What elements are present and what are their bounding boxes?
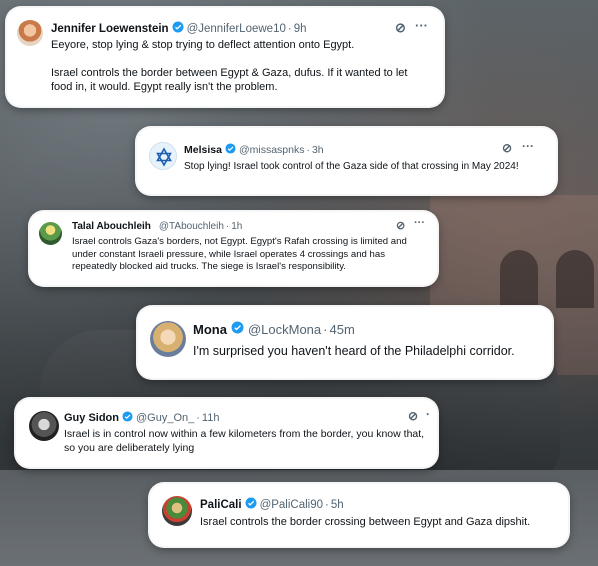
author-name[interactable]: Melsisa bbox=[184, 144, 222, 156]
author-name[interactable]: Guy Sidon bbox=[64, 412, 119, 424]
timestamp[interactable]: 11h bbox=[202, 412, 220, 424]
verified-badge-icon bbox=[122, 411, 133, 425]
author-handle[interactable]: @Guy_On_ bbox=[136, 412, 194, 424]
verified-badge-icon bbox=[231, 321, 244, 337]
timestamp[interactable]: 45m bbox=[329, 322, 354, 337]
verified-badge-icon bbox=[225, 143, 236, 157]
tweet-header: Melsisa @missaspnks · 3h bbox=[184, 143, 324, 157]
separator-dot: · bbox=[225, 221, 230, 232]
tweet-text: Stop lying! Israel took control of the G… bbox=[184, 161, 519, 172]
avatar[interactable] bbox=[29, 411, 59, 441]
author-name[interactable]: Jennifer Loewenstein bbox=[51, 23, 169, 35]
separator-dot: · bbox=[196, 412, 200, 424]
author-name[interactable]: Mona bbox=[193, 322, 227, 337]
more-icon[interactable]: · bbox=[426, 407, 430, 421]
verified-badge-icon bbox=[245, 497, 257, 512]
avatar[interactable] bbox=[39, 222, 62, 245]
tweet-header: Jennifer Loewenstein @JenniferLoewe10 · … bbox=[51, 21, 307, 36]
tweet-card-guy[interactable]: Guy Sidon @Guy_On_ · 11h ⊘ · Israel is i… bbox=[16, 399, 437, 467]
author-name[interactable]: Talal Abouchleih bbox=[72, 221, 151, 232]
tweet-card-melsisa[interactable]: Melsisa @missaspnks · 3h ⊘ ··· Stop lyin… bbox=[137, 128, 556, 194]
separator-dot: · bbox=[287, 22, 292, 35]
grok-icon[interactable]: ⊘ bbox=[408, 409, 418, 423]
avatar[interactable] bbox=[149, 142, 177, 170]
avatar[interactable] bbox=[150, 321, 186, 357]
timestamp[interactable]: 9h bbox=[294, 23, 307, 35]
timestamp[interactable]: 1h bbox=[231, 221, 242, 232]
tweet-text: Israel is in control now within a few ki… bbox=[64, 428, 425, 454]
tweet-header: Talal Abouchleih @TAbouchleih · 1h bbox=[72, 221, 242, 232]
grok-icon[interactable]: ⊘ bbox=[502, 141, 512, 155]
avatar[interactable] bbox=[162, 496, 192, 526]
tweet-text: I'm surprised you haven't heard of the P… bbox=[193, 344, 515, 358]
author-handle[interactable]: @JenniferLoewe10 bbox=[187, 23, 286, 35]
author-handle[interactable]: @TAbouchleih bbox=[159, 221, 224, 232]
tweet-text: Israel controls Gaza's borders, not Egyp… bbox=[72, 236, 407, 272]
tweet-header: PaliCali @PaliCali90 · 5h bbox=[200, 497, 344, 512]
separator-dot: · bbox=[325, 498, 329, 511]
separator-dot: · bbox=[323, 321, 328, 337]
tweet-header: Mona @LockMona · 45m bbox=[193, 321, 355, 337]
more-icon[interactable]: ··· bbox=[414, 217, 425, 229]
grok-icon[interactable]: ⊘ bbox=[395, 20, 406, 36]
tweet-card-palicali[interactable]: PaliCali @PaliCali90 · 5h Israel control… bbox=[150, 484, 568, 546]
timestamp[interactable]: 3h bbox=[312, 144, 324, 156]
timestamp[interactable]: 5h bbox=[331, 499, 344, 511]
separator-dot: · bbox=[306, 144, 310, 156]
grok-icon[interactable]: ⊘ bbox=[396, 219, 405, 232]
background-arch bbox=[556, 250, 594, 308]
tweet-text: Israel controls the border crossing betw… bbox=[200, 516, 531, 528]
more-icon[interactable]: ··· bbox=[415, 18, 428, 33]
avatar[interactable] bbox=[17, 20, 43, 46]
more-icon[interactable]: ··· bbox=[522, 139, 534, 153]
author-name[interactable]: PaliCali bbox=[200, 499, 242, 511]
author-handle[interactable]: @missaspnks bbox=[239, 144, 305, 156]
tweet-text: Eeyore, stop lying & stop trying to defl… bbox=[51, 39, 408, 93]
verified-badge-icon bbox=[172, 21, 184, 36]
author-handle[interactable]: @PaliCali90 bbox=[260, 499, 323, 511]
tweet-card-mona[interactable]: Mona @LockMona · 45m I'm surprised you h… bbox=[138, 307, 552, 378]
author-handle[interactable]: @LockMona bbox=[248, 322, 321, 337]
tweet-card-talal[interactable]: Talal Abouchleih @TAbouchleih · 1h ⊘ ···… bbox=[30, 212, 437, 285]
background-arch bbox=[500, 250, 538, 308]
tweet-header: Guy Sidon @Guy_On_ · 11h bbox=[64, 411, 219, 425]
tweet-card-jennifer[interactable]: Jennifer Loewenstein @JenniferLoewe10 · … bbox=[7, 8, 443, 106]
